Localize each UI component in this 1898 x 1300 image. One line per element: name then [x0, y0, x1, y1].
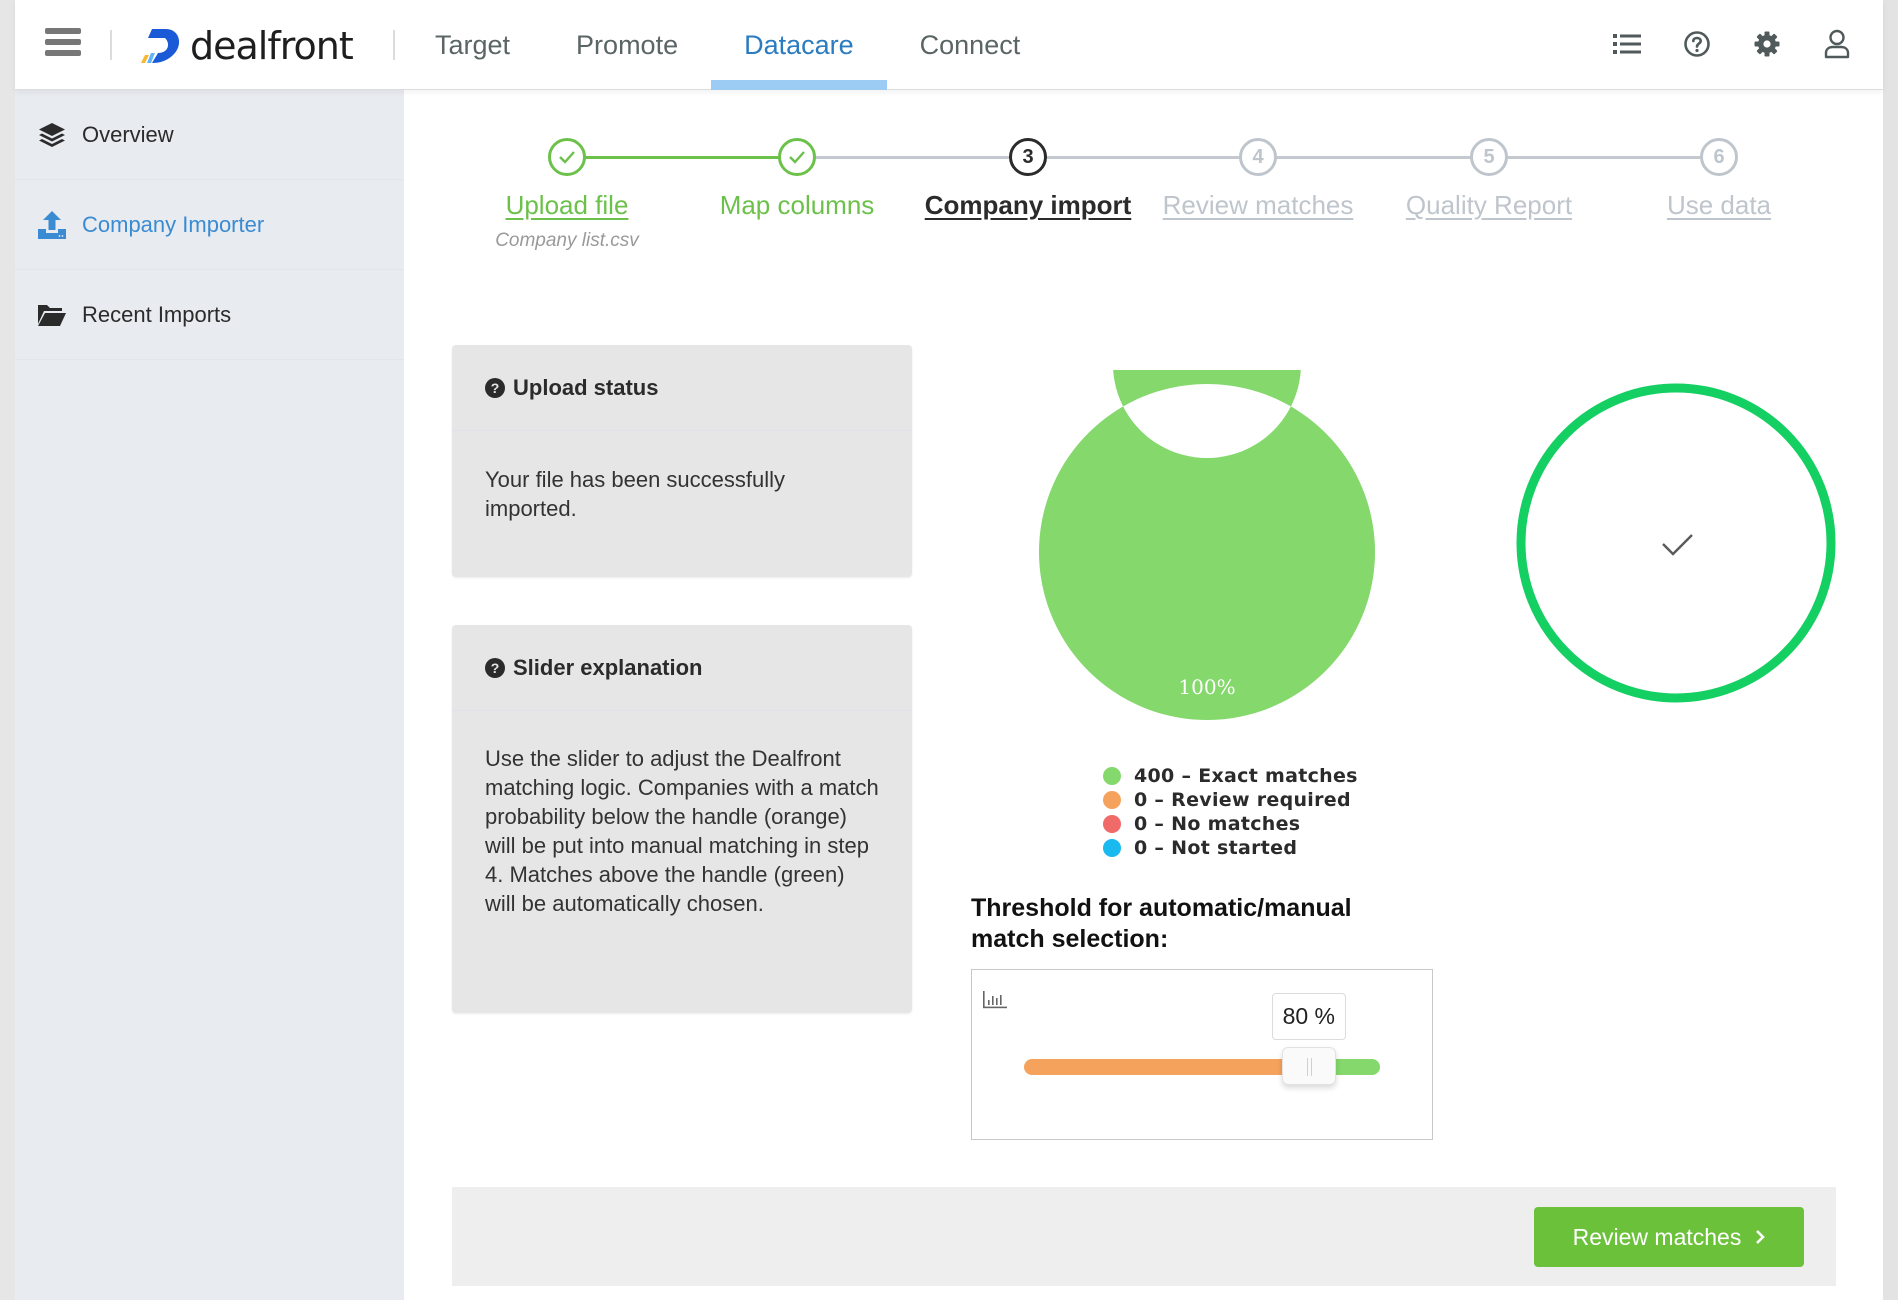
- menu-icon[interactable]: [45, 28, 81, 60]
- nav-tab-datacare[interactable]: Datacare: [711, 0, 887, 90]
- import-status-indicator: [1516, 383, 1836, 703]
- logo-text: dealfront: [190, 24, 354, 68]
- list-icon[interactable]: [1611, 24, 1643, 64]
- legend-item[interactable]: 0 – No matches: [1103, 812, 1358, 836]
- legend-item[interactable]: 0 – Review required: [1103, 788, 1358, 812]
- check-icon: [1662, 534, 1693, 556]
- step-label[interactable]: Upload file: [452, 190, 682, 221]
- scrollbar[interactable]: [1883, 0, 1898, 1300]
- step-label[interactable]: Company import: [913, 190, 1143, 221]
- card-title: Upload status: [513, 374, 659, 400]
- header-actions: [1611, 24, 1853, 64]
- chevron-right-icon: [1756, 1230, 1766, 1244]
- action-footer: Review matches: [452, 1187, 1836, 1286]
- legend-swatch: [1103, 791, 1121, 809]
- sidebar-item-label: Overview: [82, 121, 174, 147]
- top-header: dealfront Target Promote Datacare Connec…: [15, 0, 1883, 90]
- sidebar: Overview Company Importer Recent Imports: [15, 90, 404, 1300]
- step-number: 3: [1009, 138, 1047, 176]
- threshold-value-label: 80 %: [1271, 993, 1346, 1040]
- match-donut-chart: 100%: [1039, 370, 1375, 720]
- dealfront-logo-mark-icon: [141, 29, 180, 63]
- window-left-edge: [0, 0, 15, 1300]
- step-number: 6: [1700, 138, 1738, 176]
- sidebar-item-overview[interactable]: Overview: [15, 90, 404, 180]
- header-divider: [393, 30, 395, 60]
- legend-item[interactable]: 400 – Exact matches: [1103, 764, 1358, 788]
- threshold-slider-handle[interactable]: [1281, 1047, 1336, 1085]
- step-file-name: Company list.csv: [495, 230, 639, 251]
- nav-tab-connect[interactable]: Connect: [887, 0, 1054, 90]
- legend-swatch: [1103, 767, 1121, 785]
- legend-item[interactable]: 0 – Not started: [1103, 836, 1358, 860]
- layers-icon: [37, 120, 67, 150]
- legend-swatch: [1103, 815, 1121, 833]
- check-icon: [548, 138, 586, 176]
- header-divider: [110, 30, 112, 60]
- help-icon[interactable]: [1681, 24, 1713, 64]
- main-nav: Target Promote Datacare Connect: [402, 0, 1053, 90]
- upload-status-card: ? Upload status Your file has been succe…: [452, 345, 912, 577]
- card-body: Use the slider to adjust the Dealfront m…: [485, 746, 879, 916]
- histogram-icon[interactable]: [982, 990, 1008, 1015]
- threshold-title: Threshold for automatic/manual match sel…: [971, 894, 1352, 953]
- gear-icon[interactable]: [1751, 24, 1783, 64]
- sidebar-item-recent-imports[interactable]: Recent Imports: [15, 270, 404, 360]
- legend-swatch: [1103, 839, 1121, 857]
- import-stepper: Upload file Company list.csv Map columns…: [404, 90, 1883, 290]
- dealfront-logo[interactable]: dealfront: [138, 24, 354, 68]
- step-number: 5: [1470, 138, 1508, 176]
- button-label: Review matches: [1572, 1223, 1742, 1250]
- card-title: Slider explanation: [513, 654, 703, 680]
- chart-legend: 400 – Exact matches 0 – Review required 0 …: [1103, 764, 1358, 860]
- folder-open-icon: [37, 300, 67, 330]
- card-body: Your file has been successfully imported…: [485, 467, 786, 521]
- manual-range-fill: [1024, 1059, 1309, 1075]
- threshold-slider-panel: 80 %: [971, 969, 1433, 1140]
- legend-label: 0 – Not started: [1134, 837, 1298, 859]
- donut-data-label: 100%: [1178, 675, 1235, 699]
- user-icon[interactable]: [1821, 24, 1853, 64]
- app-window: dealfront Target Promote Datacare Connec…: [15, 0, 1883, 1300]
- step-label[interactable]: Quality Report: [1374, 190, 1604, 221]
- legend-label: 400 – Exact matches: [1134, 765, 1358, 787]
- sidebar-item-label: Recent Imports: [82, 301, 232, 327]
- step-label[interactable]: Review matches: [1143, 190, 1373, 221]
- question-icon: ?: [485, 377, 505, 398]
- legend-label: 0 – Review required: [1134, 789, 1351, 811]
- sidebar-item-label: Company Importer: [82, 211, 265, 237]
- review-matches-button[interactable]: Review matches: [1534, 1207, 1804, 1267]
- legend-label: 0 – No matches: [1134, 813, 1301, 835]
- status-ring: [1516, 383, 1836, 703]
- step-label[interactable]: Use data: [1604, 190, 1834, 221]
- step-number: 4: [1239, 138, 1277, 176]
- sidebar-item-company-importer[interactable]: Company Importer: [15, 180, 404, 270]
- nav-tab-promote[interactable]: Promote: [543, 0, 711, 90]
- slider-explanation-card: ? Slider explanation Use the slider to a…: [452, 625, 912, 1013]
- nav-tab-target[interactable]: Target: [402, 0, 543, 90]
- check-icon: [778, 138, 816, 176]
- step-label[interactable]: Map columns: [682, 190, 912, 221]
- upload-icon: [37, 210, 67, 240]
- question-icon: ?: [485, 657, 505, 678]
